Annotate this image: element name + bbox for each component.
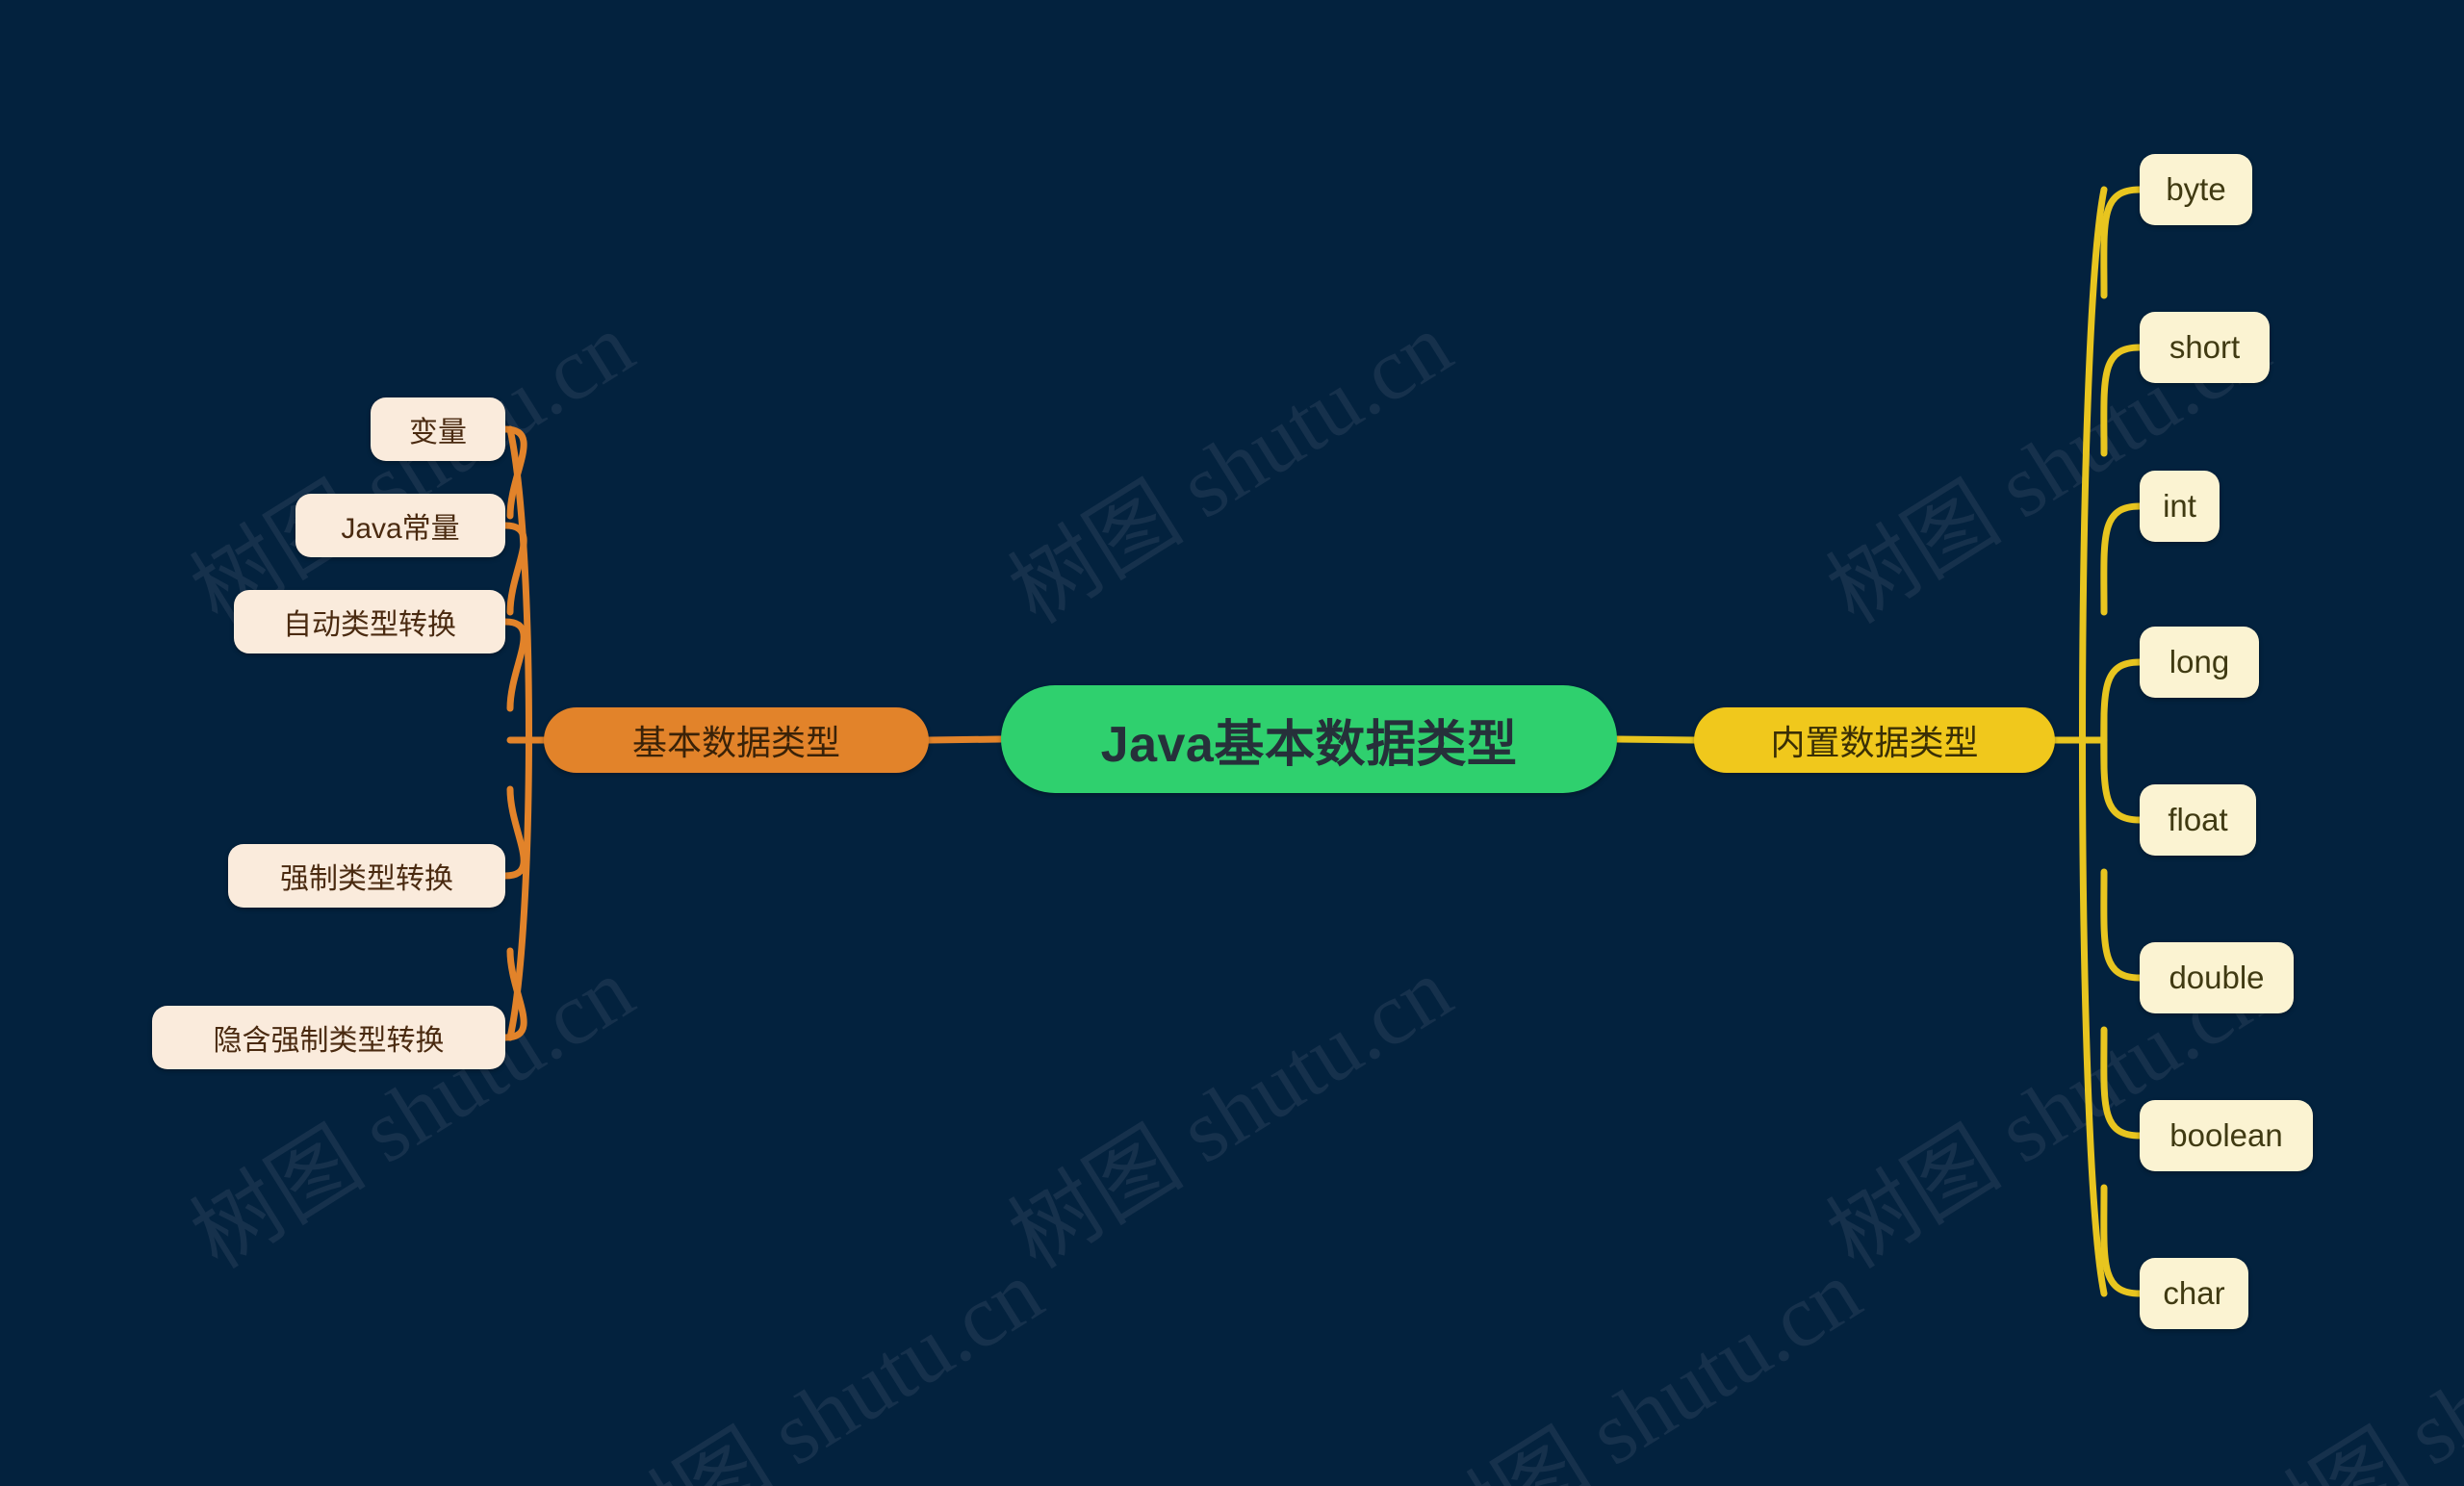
right-leaf-label-5: double [2169,960,2265,995]
link-left-leaf-0 [501,425,527,520]
left-leaf-node-4[interactable]: 隐含强制类型转换 [152,1006,505,1069]
right-leaf-node-4[interactable]: float [2140,784,2256,856]
watermark-text-6: 树图 shutu.cn [584,1242,1059,1486]
link-right-leaf-5 [2100,868,2143,982]
left-leaf-label-4: 隐含强制类型转换 [213,1025,445,1057]
watermark-text-8: 树图 shutu.cn [2221,1242,2464,1486]
left-leaf-node-1[interactable]: Java常量 [295,494,505,557]
mindmap-canvas: 树图 shutu.cn 树图 shutu.cn 树图 shutu.cn 树图 shut… [0,0,2464,1486]
link-left-trunk [506,425,532,1041]
link-root-to-left-branch [925,735,1005,744]
link-right-leaf-1 [2100,344,2143,457]
link-left-leaf-3 [501,785,527,880]
link-right-leaf-6 [2100,1026,2143,1140]
watermark-text-1: 树图 shutu.cn [175,939,650,1287]
link-right-leaf-3 [2100,658,2143,772]
left-leaf-label-0: 变量 [409,417,467,448]
link-right-leaf-2 [2100,502,2143,616]
right-branch-label: 内置数据类型 [1770,723,1979,762]
right-leaf-node-5[interactable]: double [2140,942,2294,1013]
left-leaf-label-3: 强制类型转换 [280,863,453,895]
right-leaf-node-0[interactable]: byte [2140,154,2252,225]
left-branch-node[interactable]: 基本数据类型 [544,707,929,773]
right-leaf-node-2[interactable]: int [2140,471,2220,542]
link-right-leaf-4 [2100,710,2143,824]
link-left-leaf-1 [501,522,527,616]
link-left-leaf-4 [501,947,527,1041]
watermark-text-2: 树图 shutu.cn [993,295,1468,642]
root-node-label: Java基本数据类型 [1100,716,1518,773]
right-leaf-node-1[interactable]: short [2140,312,2270,383]
left-leaf-node-3[interactable]: 强制类型转换 [228,844,505,908]
right-branch-node[interactable]: 内置数据类型 [1694,707,2055,773]
right-leaf-node-3[interactable]: long [2140,627,2259,698]
left-leaf-node-2[interactable]: 自动类型转换 [234,590,505,653]
left-leaf-node-0[interactable]: 变量 [371,397,505,461]
right-leaf-label-3: long [2169,644,2230,679]
root-node[interactable]: Java基本数据类型 [1001,685,1617,793]
right-leaf-label-7: char [2163,1275,2225,1311]
right-leaf-label-4: float [2168,802,2228,837]
link-right-trunk [2079,186,2108,1297]
right-leaf-node-7[interactable]: char [2140,1258,2248,1329]
right-leaf-label-6: boolean [2169,1117,2283,1153]
link-left-leaf-2 [501,618,527,712]
right-leaf-node-6[interactable]: boolean [2140,1100,2313,1171]
link-root-to-right-branch [1613,735,1698,744]
right-leaf-label-1: short [2169,329,2241,365]
left-leaf-label-1: Java常量 [341,513,460,545]
watermark-text-3: 树图 shutu.cn [993,939,1468,1287]
left-leaf-label-2: 自动类型转换 [283,609,456,641]
right-leaf-label-0: byte [2166,171,2226,207]
link-right-leaf-0 [2100,186,2143,299]
watermark-text-7: 树图 shutu.cn [1402,1242,1877,1486]
left-branch-label: 基本数据类型 [631,723,840,762]
right-leaf-label-2: int [2163,488,2196,524]
link-right-leaf-7 [2100,1184,2143,1297]
